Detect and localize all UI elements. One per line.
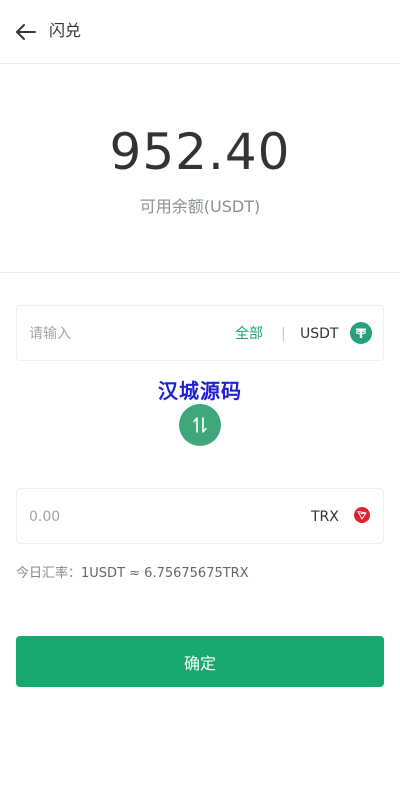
from-amount-input[interactable] xyxy=(29,324,209,344)
arrow-left-icon xyxy=(16,24,36,40)
separator: | xyxy=(281,326,286,342)
to-coin-label: TRX xyxy=(311,509,339,525)
from-coin-label: USDT xyxy=(300,326,339,342)
divider xyxy=(0,272,400,273)
exchange-rate-value: 1USDT ≈ 6.75675675TRX xyxy=(81,566,249,581)
back-button[interactable] xyxy=(14,20,38,44)
from-amount-field: 全部 | USDT xyxy=(16,305,384,361)
swap-button[interactable] xyxy=(179,404,221,446)
watermark-text: 汉城源码 xyxy=(158,379,242,403)
balance-label: 可用余额(USDT) xyxy=(139,197,261,216)
balance-amount: 952.40 xyxy=(109,123,291,181)
to-amount-input[interactable] xyxy=(29,507,209,527)
page-title: 闪兑 xyxy=(49,21,82,40)
confirm-button[interactable]: 确定 xyxy=(16,636,384,687)
exchange-rate-label: 今日汇率： xyxy=(16,566,82,581)
tether-icon xyxy=(350,322,372,344)
to-amount-field: TRX xyxy=(16,488,384,544)
all-button[interactable]: 全部 xyxy=(235,324,263,344)
top-bar: 闪兑 xyxy=(0,0,400,64)
tron-icon xyxy=(354,507,370,523)
exchange-rate: 今日汇率：1USDT ≈ 6.75675675TRX xyxy=(16,565,249,583)
swap-vertical-icon xyxy=(193,417,207,433)
